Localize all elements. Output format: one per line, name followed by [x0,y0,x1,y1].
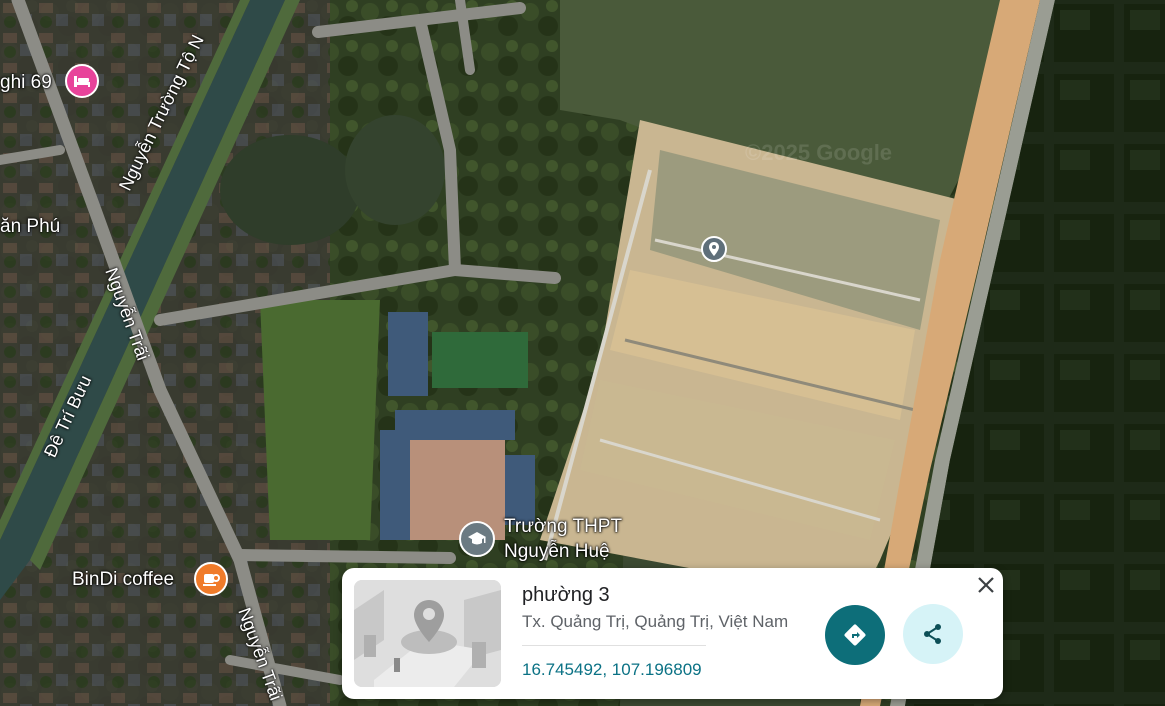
place-label-guesthouse[interactable]: ghi 69 [0,72,52,94]
coffee-cup-icon[interactable] [194,562,228,596]
directions-arrow-icon [844,624,866,646]
close-icon [978,577,994,593]
map-watermark: ©2025 Google [745,140,893,165]
location-pin-icon[interactable] [701,236,727,262]
place-address: Tx. Quảng Trị, Quảng Trị, Việt Nam [522,612,789,631]
satellite-map[interactable]: ©2025 Google Nguyễn Trường Tộ N Nguyễn T… [0,0,1165,706]
share-button[interactable] [903,604,963,664]
hotel-bed-icon[interactable] [65,64,99,98]
place-info-card[interactable]: phường 3 Tx. Quảng Trị, Quảng Trị, Việt … [342,568,1003,699]
place-label-area: ăn Phú [0,216,61,237]
place-label-school-line1[interactable]: Trường THPT [504,516,622,538]
place-title: phường 3 [522,584,610,606]
place-thumbnail[interactable] [354,580,501,687]
place-label-coffee[interactable]: BinDi coffee [72,569,174,591]
place-coordinates[interactable]: 16.745492, 107.196809 [522,660,702,680]
close-button[interactable] [973,572,999,598]
directions-button[interactable] [825,605,885,665]
share-icon [924,624,941,644]
graduation-cap-icon[interactable] [459,521,495,557]
card-divider [522,645,706,646]
map-placeholder-illustration [354,580,501,687]
place-label-school-line2[interactable]: Nguyễn Huệ [504,541,610,563]
